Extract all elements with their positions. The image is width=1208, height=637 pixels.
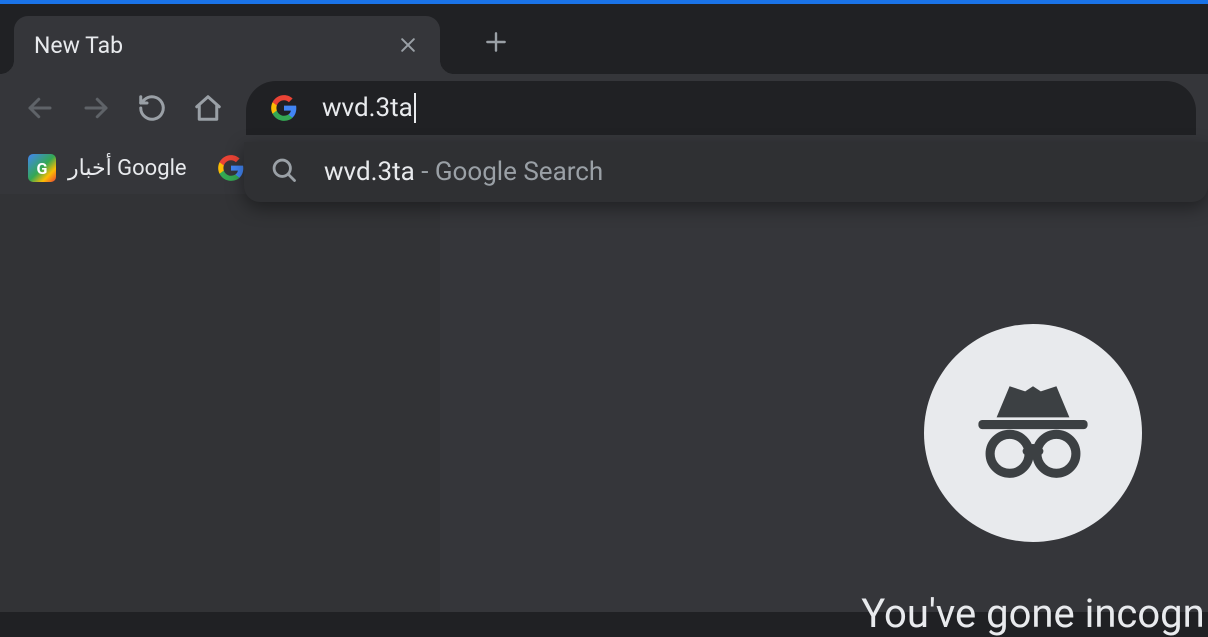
omnibox[interactable]: wvd.3ta [246,81,1196,135]
omnibox-suggestions: wvd.3ta - Google Search [244,142,1208,202]
close-icon [398,35,418,55]
incognito-icon [968,368,1098,498]
content-left-panel [0,194,440,612]
content-area: You've gone incogn [0,194,1208,612]
google-favicon [217,154,245,182]
incognito-badge [924,324,1142,542]
reload-button[interactable] [130,86,174,130]
suggestion-query: wvd.3ta [324,157,415,187]
suggestion-text: wvd.3ta - Google Search [324,157,603,187]
incognito-hero: You've gone incogn [858,324,1208,637]
active-tab[interactable]: New Tab [14,16,440,74]
suggestion-suffix: - Google Search [415,157,603,187]
toolbar: wvd.3ta [0,74,1208,142]
close-tab-button[interactable] [394,31,422,59]
omnibox-container: wvd.3ta [242,81,1196,135]
omnibox-text: wvd.3ta [322,93,416,123]
omnibox-value: wvd.3ta [322,93,413,123]
search-icon [270,156,298,188]
home-icon [193,93,223,123]
arrow-right-icon [81,93,111,123]
bookmark-google-news[interactable]: G أخبار Google [18,148,197,188]
suggestion-search[interactable]: wvd.3ta - Google Search [244,142,1208,202]
google-icon [270,94,298,122]
reload-icon [137,93,167,123]
text-cursor [414,93,416,123]
new-tab-button[interactable] [478,24,514,60]
nav-back-button[interactable] [18,86,62,130]
plus-icon [483,29,509,55]
bookmark-label: أخبار Google [68,156,187,181]
tab-title: New Tab [34,32,394,59]
home-button[interactable] [186,86,230,130]
google-news-favicon: G [28,154,56,182]
tab-strip: New Tab [0,4,1208,74]
incognito-heading: You've gone incogn [858,590,1208,637]
nav-forward-button[interactable] [74,86,118,130]
arrow-left-icon [25,93,55,123]
